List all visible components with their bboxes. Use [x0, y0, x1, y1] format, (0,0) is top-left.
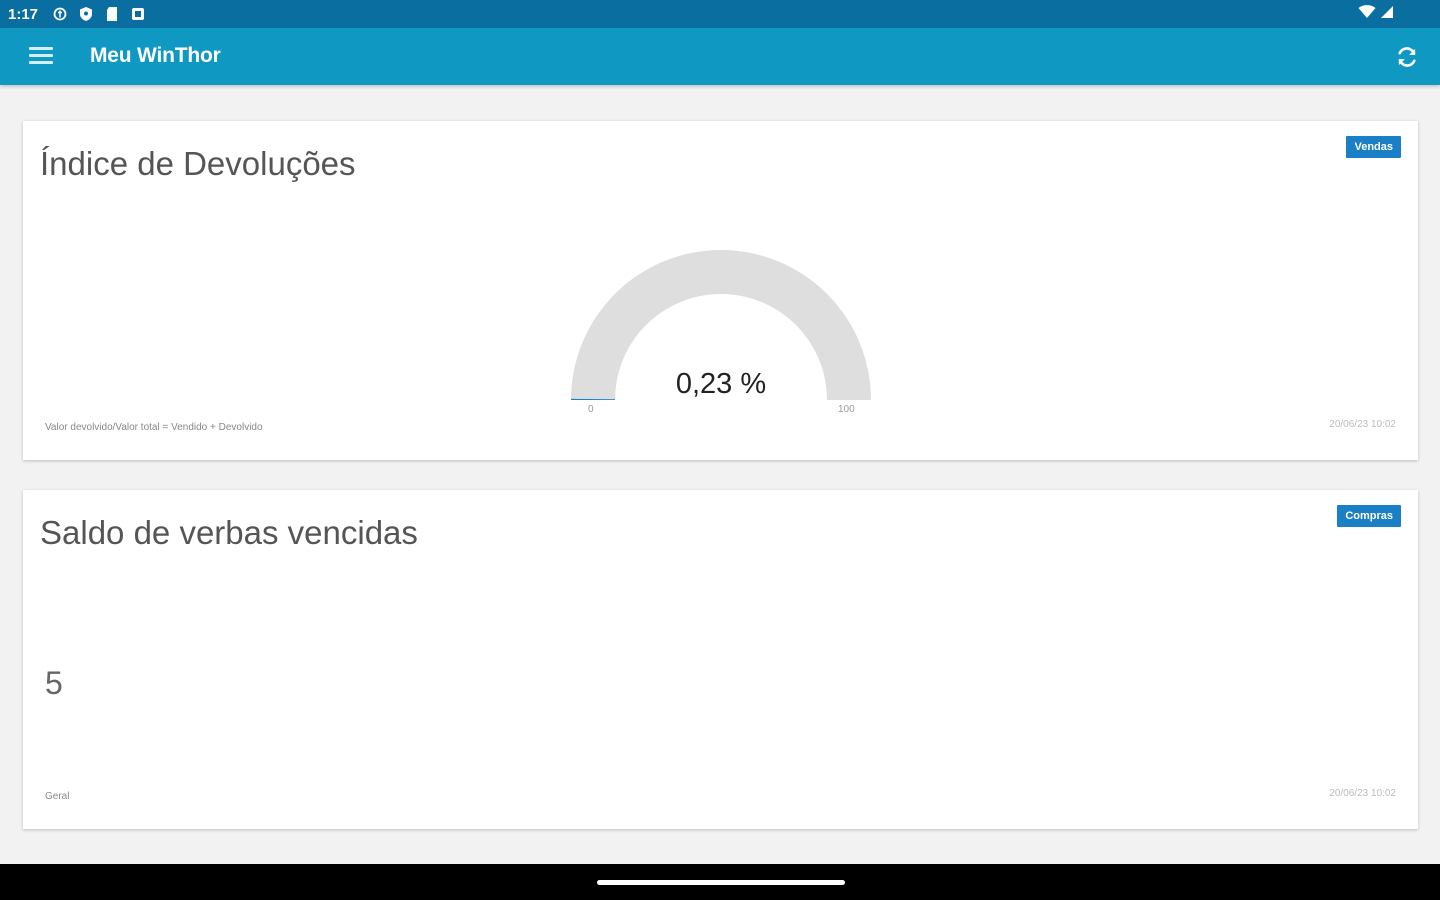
- menu-icon[interactable]: [29, 47, 53, 65]
- wifi-icon: [1358, 5, 1376, 19]
- refresh-icon[interactable]: [1394, 44, 1420, 70]
- kpi-value: 5: [45, 665, 63, 701]
- card-timestamp: 20/06/23 10:02: [1329, 788, 1396, 799]
- badge-vendas[interactable]: Vendas: [1346, 136, 1401, 158]
- app-bar: Meu WinThor: [0, 28, 1440, 85]
- cell-signal-icon: [1381, 6, 1393, 18]
- status-time: 1:17: [8, 6, 39, 23]
- card-saldo-verbas[interactable]: Saldo de verbas vencidas Compras 5 Geral…: [23, 490, 1418, 829]
- gauge-min-label: 0: [588, 404, 594, 415]
- home-gesture-handle[interactable]: [597, 880, 845, 885]
- card-timestamp: 20/06/23 10:02: [1329, 419, 1396, 430]
- gauge-max-label: 100: [838, 404, 855, 415]
- card-footer: Valor devolvido/Valor total = Vendido + …: [45, 422, 263, 433]
- status-icons-right: [1358, 5, 1394, 19]
- notification-square-icon: [132, 8, 144, 20]
- vpn-key-icon: [53, 7, 67, 21]
- gauge-value: 0,23 %: [675, 368, 767, 400]
- navigation-bar: [0, 864, 1440, 900]
- status-icons-left: [52, 5, 146, 23]
- sd-card-icon: [107, 7, 117, 21]
- card-title: Índice de Devoluções: [40, 145, 356, 182]
- card-indice-devolucoes[interactable]: Índice de Devoluções Vendas 0,23 % 0 100…: [23, 121, 1418, 460]
- location-shield-icon: [80, 7, 92, 21]
- card-title: Saldo de verbas vencidas: [40, 514, 418, 551]
- status-bar: 1:17: [0, 0, 1440, 28]
- card-footer: Geral: [45, 791, 70, 802]
- badge-compras[interactable]: Compras: [1337, 505, 1401, 527]
- app-title: Meu WinThor: [90, 44, 221, 67]
